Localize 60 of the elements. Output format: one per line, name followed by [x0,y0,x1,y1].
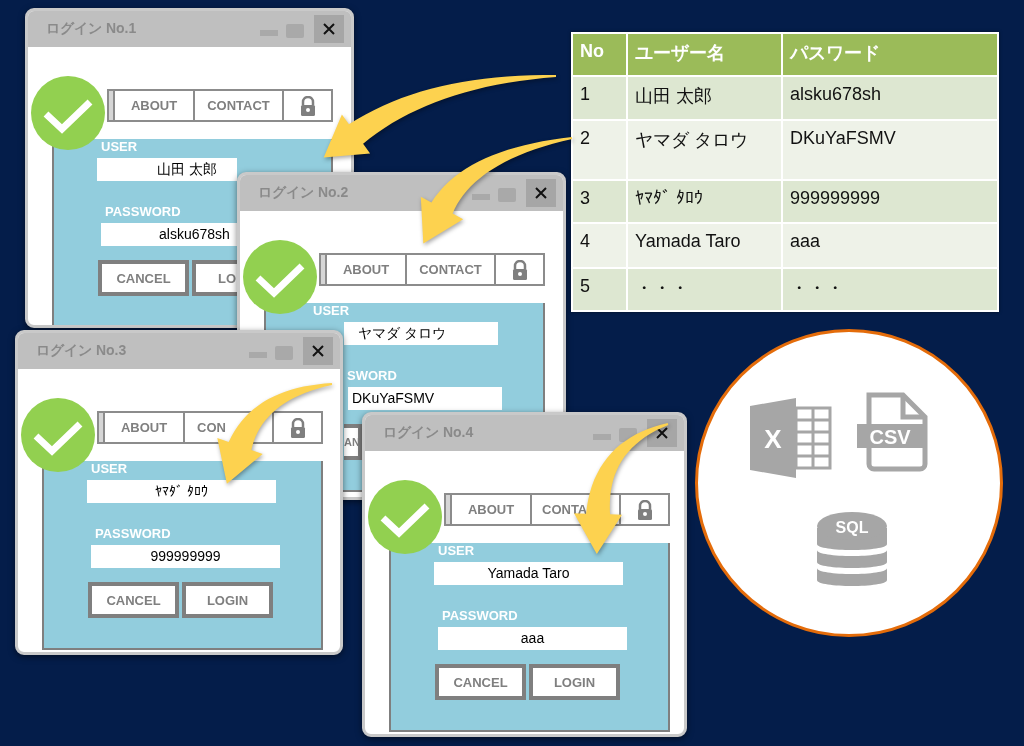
field-label: SWORD [347,368,397,384]
table-cell: alsku678sh [782,76,998,120]
tab[interactable]: ABOUT [113,89,193,122]
lock-icon [636,499,653,520]
cancel-button[interactable]: CANCEL [88,582,179,618]
table-cell: ヤマダ タロウ [627,120,782,180]
field-label: USER [438,543,475,559]
tab[interactable]: ABOUT [450,493,530,526]
table-cell: 山田 太郎 [627,76,782,120]
table-cell: ・・・ [627,268,782,311]
input-field[interactable]: 山田 太郎 [97,158,237,181]
table-cell: Yamada Taro [627,223,782,268]
table-cell: 4 [572,223,627,268]
close-icon [535,187,547,199]
table-cell: 3 [572,180,627,223]
lock-icon [299,95,316,116]
close-icon [323,23,335,35]
tab[interactable]: CONTACT [193,89,282,122]
column-header: No [572,33,627,76]
cancel-button[interactable]: CANCEL [98,260,189,296]
tab[interactable] [272,411,323,444]
table-cell: ・・・ [782,268,998,311]
close-button[interactable] [526,179,556,207]
input-field[interactable]: aaa [438,627,627,650]
field-label: USER [313,303,350,319]
login-button[interactable]: LOGIN [529,664,620,700]
tab[interactable]: ABOUT [325,253,405,286]
cancel-button[interactable]: CANCEL [435,664,526,700]
input-field[interactable]: ヤマダ タロウ [344,322,498,345]
input-field[interactable]: 999999999 [91,545,280,568]
column-header: ユーザー名 [627,33,782,76]
tab[interactable] [494,253,545,286]
tab[interactable] [282,89,333,122]
input-field[interactable]: Yamada Taro [434,562,623,585]
close-icon [656,427,668,439]
input-field[interactable]: ﾔﾏﾀﾞ ﾀﾛｳ [87,480,276,503]
lock-icon [511,259,528,280]
tab[interactable]: CONTACT [405,253,494,286]
login-button[interactable]: LOGIN [182,582,273,618]
close-button[interactable] [303,337,333,365]
field-label: USER [91,461,128,477]
lock-icon [289,417,306,438]
table-cell: aaa [782,223,998,268]
field-label: USER [101,139,138,155]
login-button[interactable]: LO [192,260,237,296]
close-icon [312,345,324,357]
field-label: PASSWORD [95,526,171,542]
table-cell: 1 [572,76,627,120]
table-cell: 2 [572,120,627,180]
table-cell: 5 [572,268,627,311]
tab[interactable] [619,493,670,526]
column-header: パスワード [782,33,998,76]
field-label: PASSWORD [442,608,518,624]
field-label: PASSWORD [105,204,181,220]
table-cell: DKuYaFSMV [782,120,998,180]
table-cell: ﾔﾏﾀﾞ ﾀﾛｳ [627,180,782,223]
close-button[interactable] [314,15,344,43]
table-cell: 999999999 [782,180,998,223]
tab[interactable]: ABOUT [103,411,183,444]
input-field[interactable]: DKuYaFSMV [348,387,502,410]
